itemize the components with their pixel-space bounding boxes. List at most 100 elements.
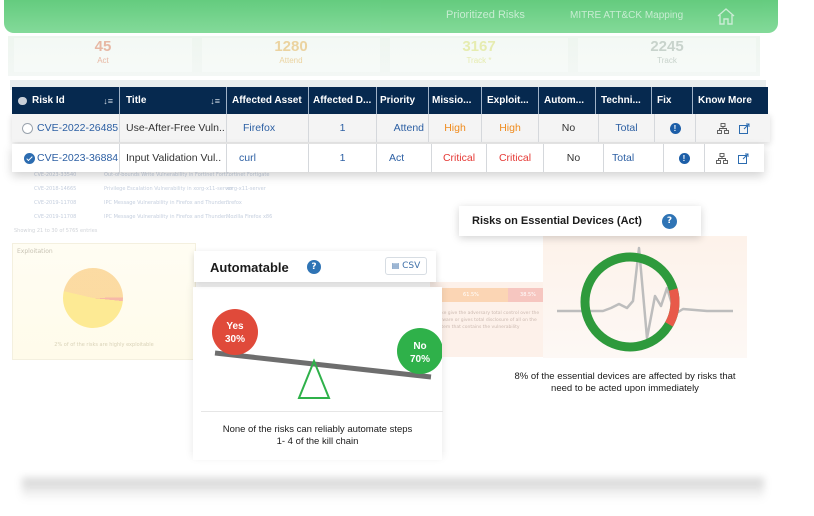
asset-link[interactable]: curl [239,152,256,164]
fix-cell: ! [664,144,705,172]
asset-link[interactable]: Firefox [243,122,275,134]
stat-value: 2245 [650,38,684,55]
table-row: CVE-2018-14665 Privilege Escalation Vulne… [14,182,764,196]
automatable-header: Automatable ? ▤ CSV [194,251,436,282]
stat-value: 45 [94,38,112,55]
automatable-caption: None of the risks can reliably automate … [193,424,442,448]
column-know-more[interactable]: Know More [693,87,768,114]
title-cell: Use-After-Free Vuln.. [120,114,227,142]
shadow [22,478,764,500]
yes-bubble [212,309,258,355]
prioritized-risks-table: Risk Id ↓≡ Title ↓≡ Affected Asset Affec… [12,87,770,172]
priority-cell: Act [377,144,432,172]
essential-devices-title: Risks on Essential Devices (Act) [472,215,642,227]
risk-id[interactable]: CVE-2018-14665 [14,182,104,196]
asset[interactable]: firefox [226,196,316,210]
stat-track-star[interactable]: 3167 Track * [390,38,568,72]
csv-label: CSV [402,261,421,271]
title: IPC Message Vulnerability in Firefox and… [104,200,231,206]
essential-devices-gauge [557,246,733,352]
risk-id[interactable]: CVE-2019-11708 [14,210,104,224]
column-automatable[interactable]: Autom... [539,87,596,114]
affected-devices-cell[interactable]: 1 [309,144,377,172]
column-affected-devices[interactable]: Affected D... [309,87,377,114]
hierarchy-icon[interactable] [715,152,728,164]
impact-text: make give the adversary total control ov… [434,311,540,330]
title: IPC Message Vulnerability in Firefox and… [104,214,231,220]
stat-act[interactable]: 45 Act [14,38,192,72]
column-priority[interactable]: Priority [377,87,429,114]
column-technical-impact[interactable]: Techni... [596,87,652,114]
row-checkbox[interactable] [22,122,33,134]
automatable-panel: Yes 30% No 70% None of the risks can rel… [193,287,443,460]
risk-id[interactable]: CVE-2019-11708 [14,196,104,210]
table-row[interactable]: CVE-2023-36884 Input Validation Vul.. cu… [12,144,764,172]
impact-bar-total: 38.5% [508,288,548,302]
mission-cell: High [429,114,482,142]
exploitation-title: Exploitation [17,248,53,255]
automatable-cell: No [539,114,599,142]
essential-devices-header: Risks on Essential Devices (Act) ? [459,206,701,236]
mission-cell: Critical [432,144,487,172]
help-icon[interactable]: ? [307,260,321,274]
risk-id-cell: CVE-2023-36884 [12,144,120,172]
stat-label: Act [97,56,109,65]
risk-id-cell: CVE-2022-26485 [12,114,120,142]
stat-track[interactable]: 2245 Track [578,38,756,72]
stat-label: Track [657,56,677,65]
hierarchy-icon[interactable] [716,122,729,134]
affected-devices-cell[interactable]: 1 [309,114,377,142]
fix-cell: ! [655,114,696,142]
technical-impact-panel: 61.5% 38.5% make give the adversary tota… [430,282,550,357]
column-title[interactable]: Title ↓≡ [120,87,227,114]
info-icon[interactable]: ! [669,122,681,134]
gauge-affected-arc [665,288,680,327]
know-more-cell [705,144,759,172]
column-mission[interactable]: Missio... [429,87,482,114]
stat-value: 1280 [274,38,308,55]
top-navigation-bar: Prioritized Risks MITRE ATT&CK Mapping [4,0,778,33]
exploitation-pie [60,265,126,331]
asset[interactable]: xorg-x11-server [226,182,316,196]
automatable-title: Automatable [210,260,289,275]
divider [201,411,443,412]
select-all-checkbox[interactable] [18,96,27,105]
stat-attend[interactable]: 1280 Attend [202,38,380,72]
impact-bar-partial: 61.5% [434,288,508,302]
exploitation-panel: Exploitation 2% of of the risks are high… [12,243,196,360]
table-row[interactable]: CVE-2022-26485 Use-After-Free Vuln.. Fir… [12,114,770,142]
external-link-icon[interactable] [738,123,750,134]
external-link-icon[interactable] [737,153,749,164]
risk-id-link[interactable]: CVE-2022-26485 [37,122,118,134]
technical-impact-cell: Total [604,144,664,172]
home-icon[interactable] [716,7,736,25]
caption-line: 8% of the essential devices are affected… [514,371,736,382]
column-label: Title [126,95,147,106]
nav-prioritized-risks[interactable]: Prioritized Risks [446,9,525,21]
know-more-cell [696,114,770,142]
info-icon[interactable]: ! [678,152,690,164]
column-exploitation[interactable]: Exploit... [482,87,539,114]
column-risk-id[interactable]: Risk Id ↓≡ [12,87,120,114]
priority-cell: Attend [377,114,429,142]
asset-cell: curl [227,144,309,172]
help-icon[interactable]: ? [662,214,677,229]
exploitation-cell: High [482,114,539,142]
automatable-seesaw: Yes 30% No 70% [212,309,443,399]
nav-mitre-attack-mapping[interactable]: MITRE ATT&CK Mapping [570,10,683,21]
risk-id-link[interactable]: CVE-2023-36884 [37,152,118,164]
automatable-cell: No [544,144,604,172]
row-checkbox-checked[interactable] [24,152,35,164]
csv-export-button[interactable]: ▤ CSV [385,257,427,275]
title-cell: Input Validation Vul.. [120,144,227,172]
sort-icon[interactable]: ↓≡ [210,96,220,106]
column-affected-asset[interactable]: Affected Asset [227,87,309,114]
risk-summary-stats: 45 Act 1280 Attend 3167 Track * 2245 Tra… [8,36,760,76]
yes-label: Yes [226,321,244,332]
essential-devices-caption: 8% of the essential devices are affected… [480,371,770,395]
asset[interactable]: Mozilla Firefox x86 [226,210,316,224]
table-icon: ▤ [391,261,400,270]
column-fix[interactable]: Fix [652,87,693,114]
sort-icon[interactable]: ↓≡ [103,96,113,106]
title: Privilege Escalation Vulnerability in xo… [104,186,233,192]
